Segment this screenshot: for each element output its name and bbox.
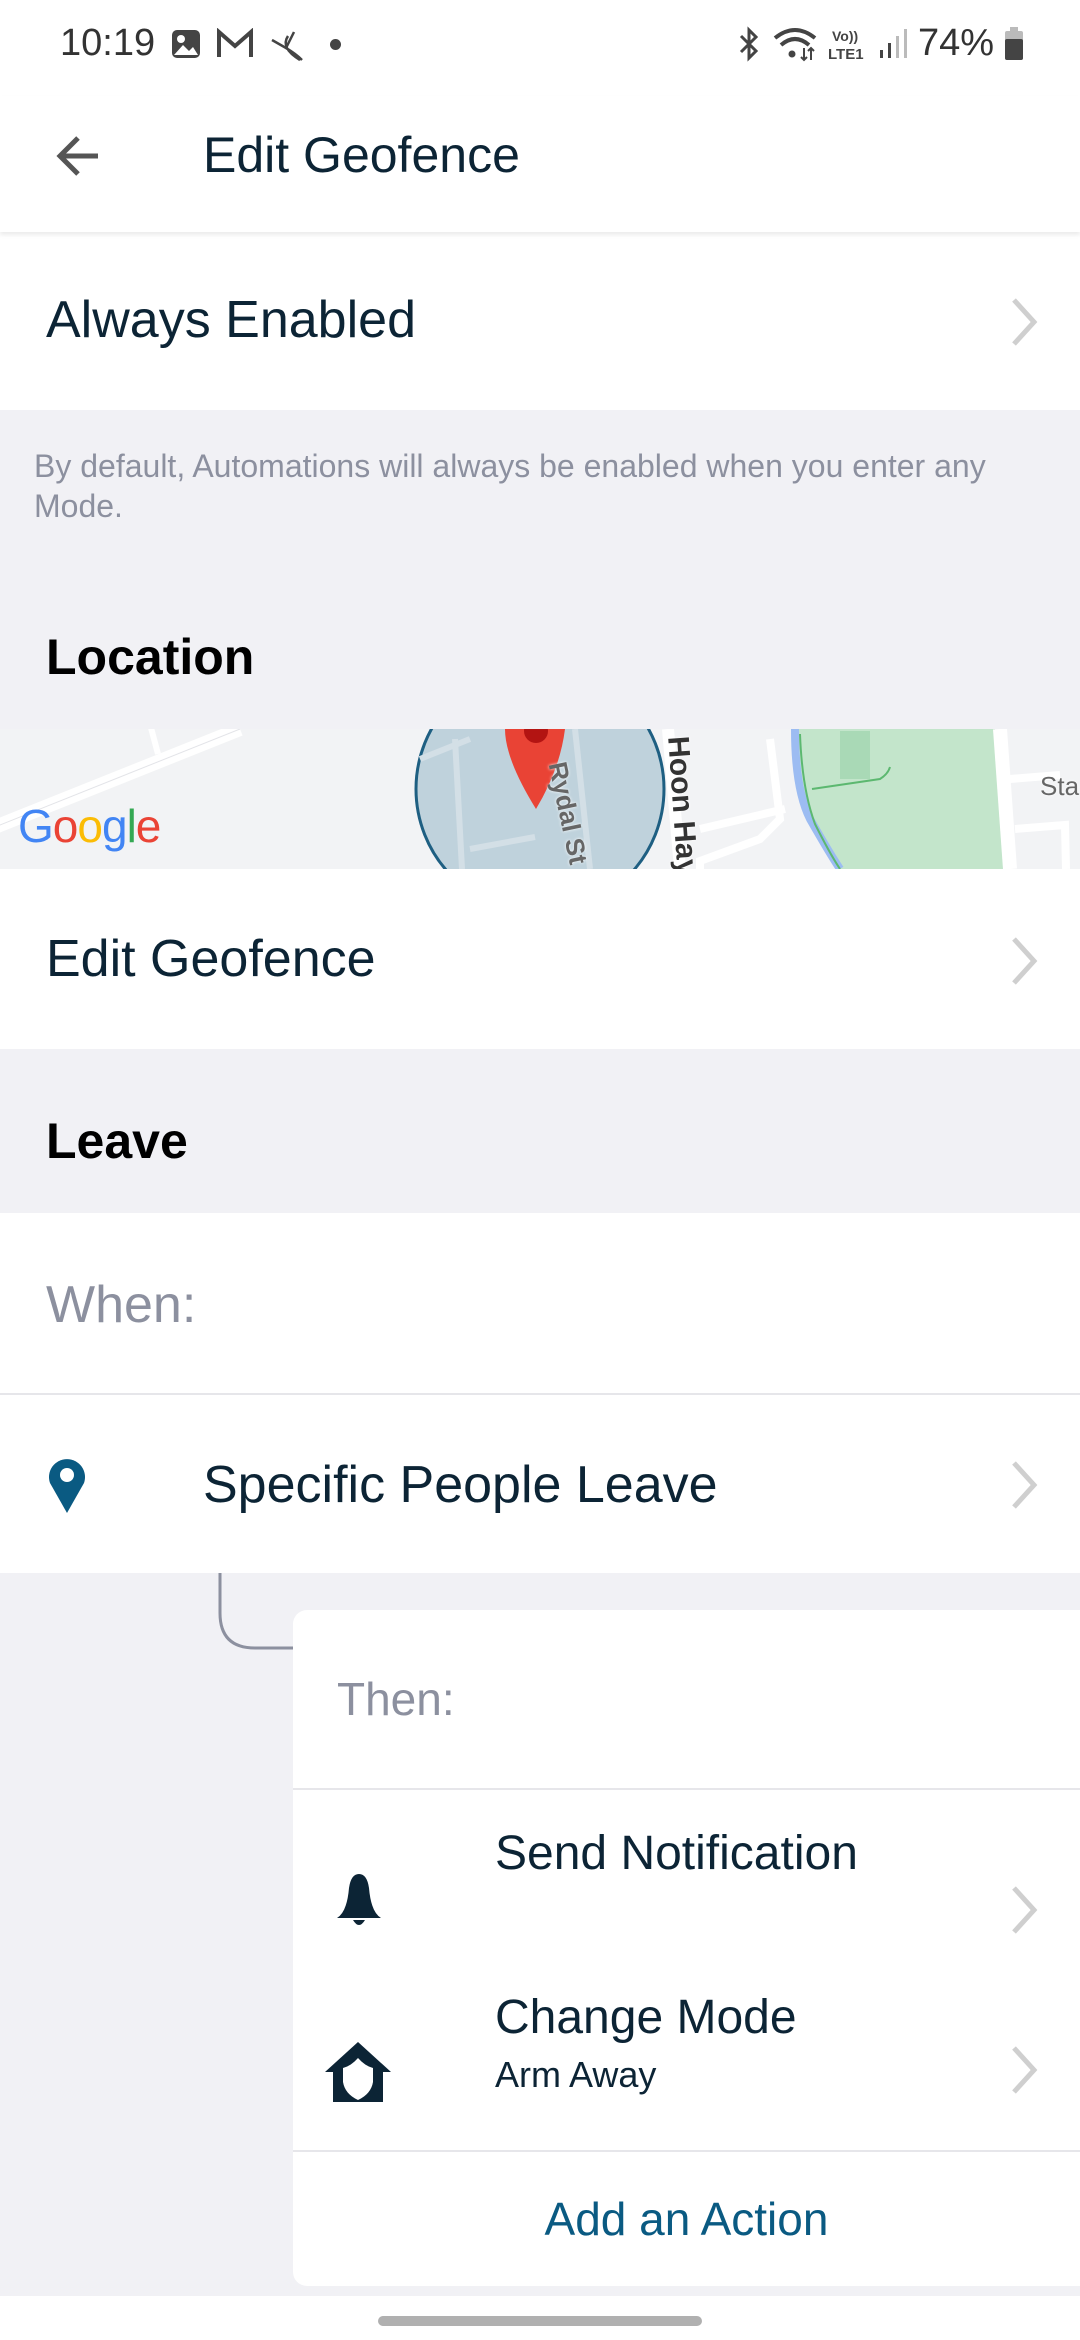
- geofence-map[interactable]: Rydal St Hoon Hay Sta Google: [0, 729, 1080, 869]
- then-label: Then:: [337, 1673, 455, 1725]
- gallery-icon: [172, 30, 200, 58]
- street-label: Sta: [1040, 771, 1080, 801]
- chevron-right-icon: [1012, 1461, 1038, 1509]
- chevron-right-icon: [1012, 937, 1038, 985]
- bell-icon: [337, 1874, 381, 1925]
- battery-icon: [1005, 26, 1023, 60]
- bluetooth-icon: [739, 25, 759, 62]
- location-heading: Location: [46, 629, 255, 685]
- always-enabled-note: By default, Automations will always be e…: [34, 448, 986, 524]
- chevron-right-icon: [1012, 298, 1038, 346]
- map-pin-icon: [49, 1459, 85, 1513]
- home-shield-icon: [325, 2042, 391, 2102]
- battery-percent: 74%: [917, 22, 994, 64]
- status-time: 10:19: [60, 22, 156, 64]
- volte-lte-icon: Vo)) LTE1: [828, 28, 864, 62]
- always-enabled-row[interactable]: Always Enabled: [0, 232, 1080, 410]
- google-logo: Google: [18, 800, 161, 852]
- app-header: Edit Geofence: [0, 96, 1080, 232]
- edit-geofence-label: Edit Geofence: [46, 930, 376, 988]
- chevron-right-icon: [1012, 1886, 1038, 1934]
- action-title: Change Mode: [495, 1991, 797, 2044]
- dot-icon: [330, 38, 341, 50]
- connector-line: [218, 1573, 295, 1650]
- leave-heading: Leave: [46, 1113, 188, 1169]
- gmail-icon: [217, 28, 253, 57]
- action-row[interactable]: Send Notification: [293, 1790, 1080, 1970]
- chevron-right-icon: [1012, 2046, 1038, 2094]
- signal-icon: [879, 28, 907, 58]
- add-action-button[interactable]: Add an Action: [293, 2152, 1080, 2286]
- when-label: When:: [46, 1276, 197, 1334]
- trigger-row[interactable]: Specific People Leave: [0, 1395, 1080, 1573]
- app-notification-icon: [271, 31, 303, 62]
- edit-geofence-row[interactable]: Edit Geofence: [0, 869, 1080, 1049]
- wifi-icon: [773, 27, 817, 61]
- always-enabled-label: Always Enabled: [46, 291, 416, 349]
- trigger-label: Specific People Leave: [203, 1456, 718, 1514]
- svg-text:LTE1: LTE1: [828, 46, 864, 62]
- when-row: When:: [0, 1213, 1080, 1393]
- action-subtitle: Arm Away: [495, 2054, 657, 2095]
- arrow-left-icon[interactable]: [50, 126, 110, 186]
- map-graphic: [0, 729, 1080, 869]
- home-indicator[interactable]: [378, 2316, 702, 2326]
- svg-text:Vo)): Vo)): [832, 28, 858, 44]
- actions-card: Then: Send Notification Change Mode Arm …: [293, 1610, 1080, 2286]
- status-bar: 10:19 Vo)) LTE1 74%: [0, 0, 1080, 96]
- action-row[interactable]: Change Mode Arm Away: [293, 1970, 1080, 2150]
- action-title: Send Notification: [495, 1827, 858, 1880]
- page-title: Edit Geofence: [203, 127, 520, 183]
